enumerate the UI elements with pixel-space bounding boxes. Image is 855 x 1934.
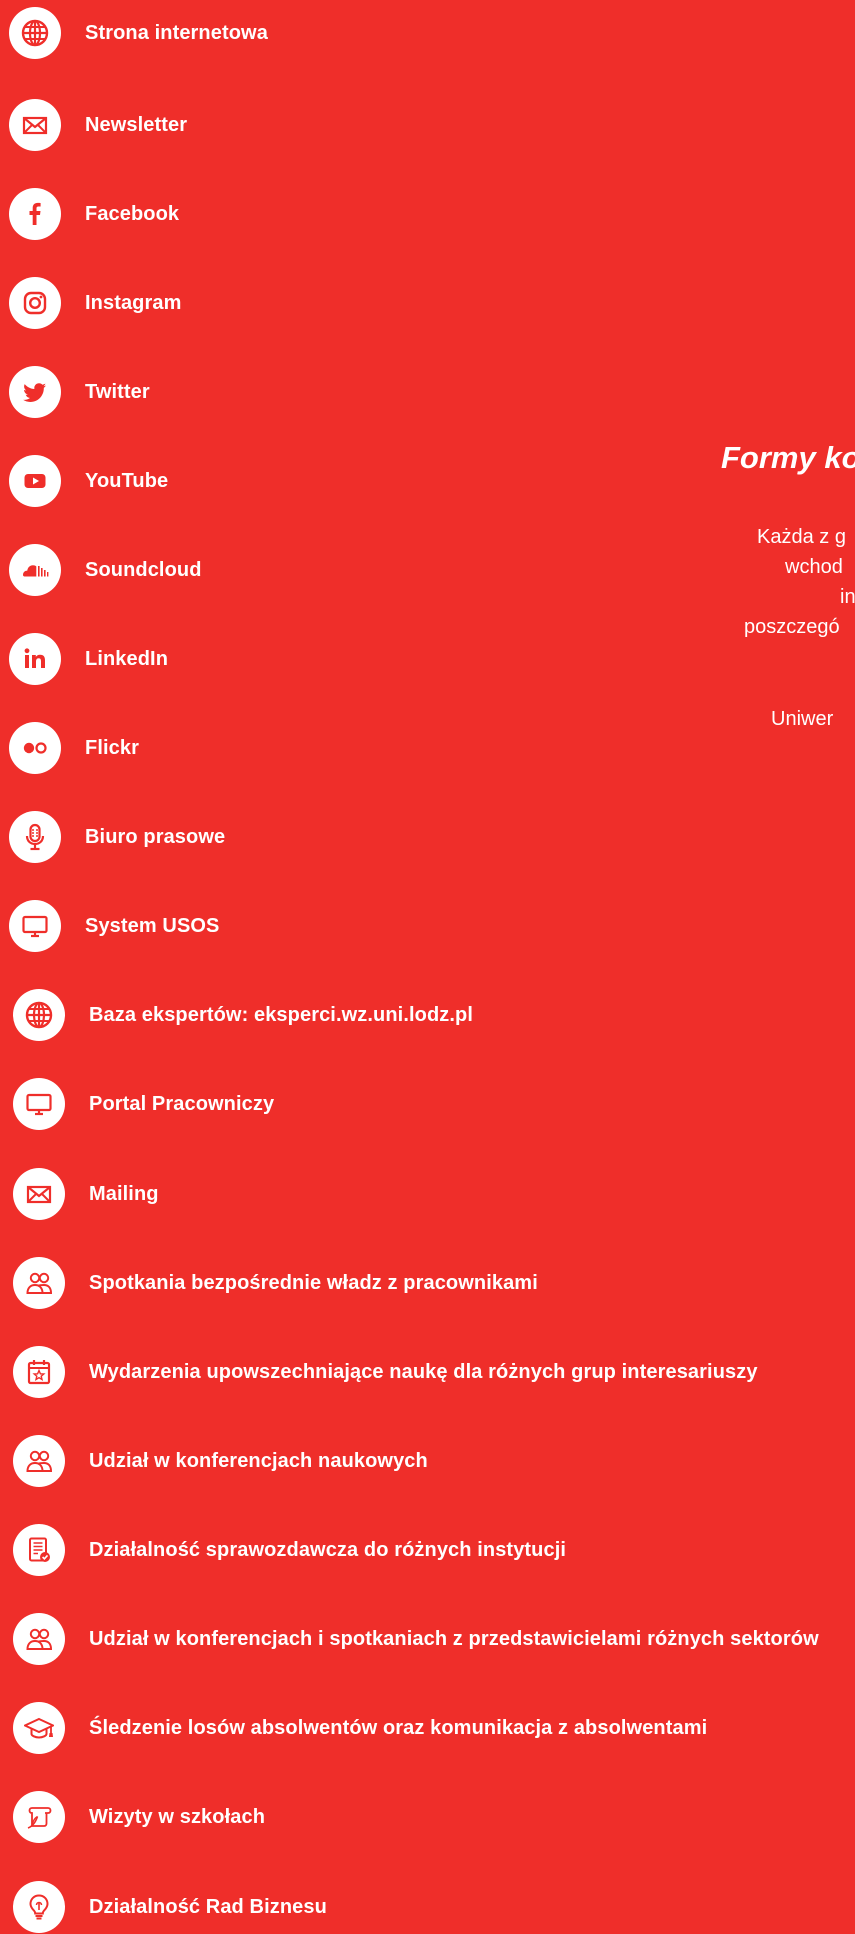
list-item-biuro-prasowe[interactable]: Biuro prasowe xyxy=(9,810,225,864)
list-item-label: LinkedIn xyxy=(85,647,169,670)
list-item-system-usos[interactable]: System USOS xyxy=(9,899,220,953)
forms-of-communication-panel: Formy ko Każda z g wchod in poszczegó Un… xyxy=(700,440,855,760)
list-item-label: Newsletter xyxy=(85,113,188,136)
envelope-icon xyxy=(9,99,61,151)
list-item-newsletter[interactable]: Newsletter xyxy=(9,98,187,152)
list-item-label: Portal Pracowniczy xyxy=(89,1092,275,1115)
list-item-label: Udział w konferencjach naukowych xyxy=(89,1449,428,1472)
list-item-strona-internetowa[interactable]: Strona internetowa xyxy=(9,6,268,60)
list-item-sledzenie-losow-absolwentow[interactable]: Śledzenie losów absolwentów oraz komunik… xyxy=(13,1701,707,1755)
list-item-udzial-w-konferencjach[interactable]: Udział w konferencjach naukowych xyxy=(13,1434,428,1488)
soundcloud-icon xyxy=(9,544,61,596)
list-item-instagram[interactable]: Instagram xyxy=(9,276,182,330)
body-text-line: in xyxy=(840,586,855,608)
globe-icon xyxy=(9,7,61,59)
list-item-dzialalnosc-rad-biznesu[interactable]: Działalność Rad Biznesu xyxy=(13,1880,327,1934)
monitor-icon xyxy=(13,1078,65,1130)
list-item-baza-ekspertow[interactable]: Baza ekspertów: eksperci.wz.uni.lodz.pl xyxy=(13,988,473,1042)
list-item-wizyty-w-szkolach[interactable]: Wizyty w szkołach xyxy=(13,1790,265,1844)
list-item-label: Flickr xyxy=(85,736,139,759)
list-item-label: Wizyty w szkołach xyxy=(89,1805,266,1828)
calendar-star-icon xyxy=(13,1346,65,1398)
list-item-label: Działalność Rad Biznesu xyxy=(89,1895,327,1918)
section-heading: Formy ko xyxy=(721,440,855,475)
monitor-icon xyxy=(9,900,61,952)
microphone-icon xyxy=(9,811,61,863)
instagram-icon xyxy=(9,277,61,329)
people-icon xyxy=(13,1435,65,1487)
list-item-facebook[interactable]: Facebook xyxy=(9,187,179,241)
people-icon xyxy=(13,1613,65,1665)
list-item-label: Spotkania bezpośrednie władz z pracownik… xyxy=(89,1271,538,1294)
list-item-wydarzenia-upowszechniajace[interactable]: Wydarzenia upowszechniające naukę dla ró… xyxy=(13,1345,758,1399)
list-item-label: Twitter xyxy=(85,380,150,403)
envelope-icon xyxy=(13,1168,65,1220)
flickr-icon xyxy=(9,722,61,774)
list-item-label: Soundcloud xyxy=(85,558,202,581)
list-item-label: Biuro prasowe xyxy=(85,825,226,848)
list-item-label: Strona internetowa xyxy=(85,21,268,44)
list-item-spotkania-bezposrednie[interactable]: Spotkania bezpośrednie władz z pracownik… xyxy=(13,1256,538,1310)
body-text-line: Każda z g xyxy=(757,526,846,548)
list-item-label: Działalność sprawozdawcza do różnych ins… xyxy=(89,1538,567,1561)
linkedin-icon xyxy=(9,633,61,685)
list-item-soundcloud[interactable]: Soundcloud xyxy=(9,543,202,597)
list-item-label: Baza ekspertów: eksperci.wz.uni.lodz.pl xyxy=(89,1003,473,1026)
list-item-label: Mailing xyxy=(89,1182,159,1205)
list-item-flickr[interactable]: Flickr xyxy=(9,721,139,775)
lightbulb-icon xyxy=(13,1881,65,1933)
list-item-udzial-w-konferencjach-sektorow[interactable]: Udział w konferencjach i spotkaniach z p… xyxy=(13,1612,819,1666)
body-text-line: wchod xyxy=(785,556,843,578)
graduation-cap-icon xyxy=(13,1702,65,1754)
list-item-twitter[interactable]: Twitter xyxy=(9,365,150,419)
list-item-label: Facebook xyxy=(85,202,180,225)
body-text-line: poszczegó xyxy=(744,616,840,638)
list-item-label: Wydarzenia upowszechniające naukę dla ró… xyxy=(89,1360,758,1383)
list-item-portal-pracowniczy[interactable]: Portal Pracowniczy xyxy=(13,1077,274,1131)
body-text-line: Uniwer xyxy=(771,708,834,730)
list-item-label: Udział w konferencjach i spotkaniach z p… xyxy=(89,1627,819,1650)
list-item-dzialalnosc-sprawozdawcza[interactable]: Działalność sprawozdawcza do różnych ins… xyxy=(13,1523,566,1577)
list-item-label: System USOS xyxy=(85,914,220,937)
list-item-mailing[interactable]: Mailing xyxy=(13,1167,159,1221)
list-item-linkedin[interactable]: LinkedIn xyxy=(9,632,168,686)
list-item-label: Śledzenie losów absolwentów oraz komunik… xyxy=(89,1716,708,1739)
list-item-label: Instagram xyxy=(85,291,182,314)
globe-icon xyxy=(13,989,65,1041)
people-icon xyxy=(13,1257,65,1309)
facebook-icon xyxy=(9,188,61,240)
list-item-label: YouTube xyxy=(85,469,169,492)
scroll-quill-icon xyxy=(13,1791,65,1843)
list-item-youtube[interactable]: YouTube xyxy=(9,454,168,508)
twitter-icon xyxy=(9,366,61,418)
report-check-icon xyxy=(13,1524,65,1576)
youtube-icon xyxy=(9,455,61,507)
